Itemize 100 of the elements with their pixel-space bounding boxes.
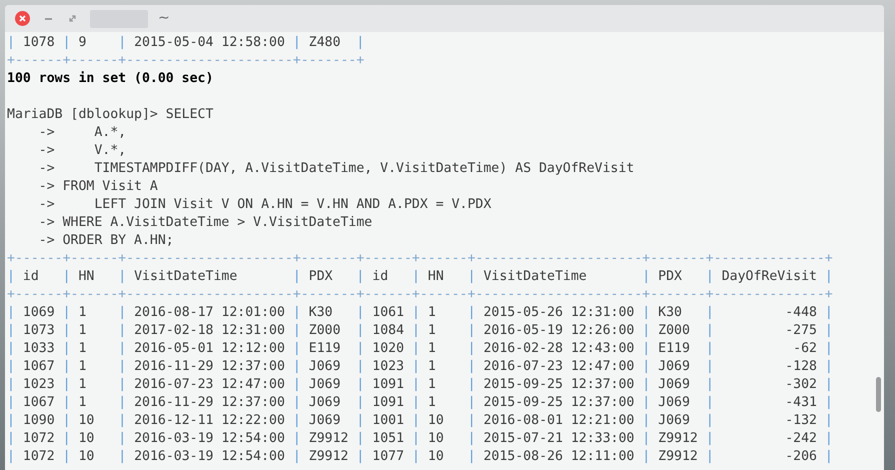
query-line: -> TIMESTAMPDIFF(DAY, A.VisitDateTime, V.VisitDateTime) AS DayOfReVisit bbox=[38, 161, 634, 176]
pipe-divider: | bbox=[118, 304, 126, 322]
table-cell-text: 2016-02-28 12:43:00 bbox=[482, 340, 636, 358]
table-cell-text: 2016-05-01 12:12:00 bbox=[133, 340, 286, 358]
pipe-divider: | bbox=[824, 304, 833, 322]
minimize-icon bbox=[44, 18, 52, 20]
pipe-divider: | bbox=[824, 268, 833, 286]
pipe-divider: | bbox=[356, 268, 364, 286]
pipe-divider: | bbox=[642, 376, 650, 394]
pipe-divider: | bbox=[356, 322, 364, 340]
pipe-divider: | bbox=[468, 376, 476, 394]
pipe-divider: | bbox=[7, 448, 15, 466]
pipe-divider: | bbox=[118, 376, 126, 394]
pipe-divider: | bbox=[412, 394, 420, 412]
pipe-divider: | bbox=[7, 394, 15, 412]
pipe-divider: | bbox=[118, 394, 126, 412]
table-cell-text: 2015-09-25 12:37:00 bbox=[482, 376, 636, 394]
pipe-divider: | bbox=[412, 268, 420, 286]
table-cell-text: 1 bbox=[77, 394, 88, 412]
table-cell-text: E119 bbox=[657, 340, 691, 358]
pipe-divider: | bbox=[62, 412, 71, 430]
table-cell-text: 2016-05-19 12:26:00 bbox=[482, 322, 636, 340]
table-cell-text: 1 bbox=[77, 340, 88, 358]
result-summary: 100 rows in set (0.00 sec) bbox=[7, 71, 214, 86]
pipe-divider: | bbox=[706, 358, 714, 376]
pipe-divider: | bbox=[356, 412, 364, 430]
table-cell-text: 10 bbox=[426, 430, 445, 448]
table-cell-text: Z9912 bbox=[657, 430, 699, 448]
table-cell-text: 1001 bbox=[371, 412, 406, 430]
pipe-divider: | bbox=[706, 304, 714, 322]
pipe-divider: | bbox=[412, 448, 420, 466]
pipe-divider: | bbox=[824, 412, 833, 430]
table-cell-text: 2016-08-17 12:01:00 bbox=[133, 304, 286, 322]
table-cell-text: 2016-03-19 12:54:00 bbox=[133, 448, 286, 466]
pipe-divider: | bbox=[412, 304, 420, 322]
table-cell-text: 1 bbox=[426, 376, 437, 394]
pipe-divider: | bbox=[468, 304, 476, 322]
table-cell-text: 1061 bbox=[371, 304, 406, 322]
table-cell-text: 2016-07-23 12:47:00 bbox=[133, 376, 286, 394]
table-border-line: +------+------+---------------------+-------+ bbox=[7, 53, 364, 68]
table-cell-text: Z9912 bbox=[308, 448, 350, 466]
pipe-divider: | bbox=[824, 376, 833, 394]
pipe-divider: | bbox=[62, 340, 71, 358]
pipe-divider: | bbox=[292, 448, 301, 466]
pipe-divider: | bbox=[642, 304, 650, 322]
table-cell-text: J069 bbox=[657, 412, 691, 430]
pipe-divider: | bbox=[642, 430, 650, 448]
pipe-divider: | bbox=[824, 394, 833, 412]
table-cell-text: 1 bbox=[426, 340, 437, 358]
table-cell-text: 1091 bbox=[371, 394, 406, 412]
table-cell-text: 2015-08-26 12:11:00 bbox=[482, 448, 636, 466]
table-cell-text: 1 bbox=[426, 358, 437, 376]
table-cell-text: 2015-05-26 12:31:00 bbox=[482, 304, 636, 322]
table-cell-text: 1091 bbox=[371, 376, 406, 394]
pipe-divider: | bbox=[292, 304, 301, 322]
table-cell-text: 2016-07-23 12:47:00 bbox=[482, 358, 636, 376]
table-cell-text: 2017-02-18 12:31:00 bbox=[133, 322, 286, 340]
pipe-divider: | bbox=[468, 340, 476, 358]
table-cell-text: 1084 bbox=[371, 322, 406, 340]
table-cell-text: J069 bbox=[308, 376, 342, 394]
table-cell-text: 1069 bbox=[22, 304, 56, 322]
table-cell-text: 2016-12-11 12:22:00 bbox=[133, 412, 286, 430]
pipe-divider: | bbox=[642, 412, 650, 430]
table-cell-text: -448 bbox=[784, 304, 818, 322]
table-cell-text: 1020 bbox=[371, 340, 406, 358]
pipe-divider: | bbox=[468, 448, 476, 466]
scrollbar-thumb[interactable] bbox=[876, 377, 881, 412]
table-cell-text: 10 bbox=[426, 412, 445, 430]
table-cell-text: PDX bbox=[657, 268, 683, 286]
restore-icon bbox=[68, 15, 76, 22]
pipe-divider: | bbox=[62, 268, 71, 286]
pipe-divider: | bbox=[642, 322, 650, 340]
table-cell-text: 1033 bbox=[22, 340, 56, 358]
pipe-divider: | bbox=[706, 412, 714, 430]
pipe-divider: | bbox=[292, 268, 301, 286]
pipe-divider: | bbox=[7, 322, 15, 340]
table-cell-text: HN bbox=[426, 268, 445, 286]
pipe-divider: | bbox=[824, 322, 833, 340]
pipe-divider: | bbox=[118, 268, 126, 286]
pipe-divider: | bbox=[642, 268, 650, 286]
table-cell-text: -62 bbox=[792, 340, 818, 358]
pipe-divider: | bbox=[62, 448, 71, 466]
pipe-divider: | bbox=[7, 34, 15, 52]
pipe-divider: | bbox=[412, 322, 420, 340]
window-title: ~ bbox=[158, 9, 170, 28]
table-cell-text: 1072 bbox=[22, 430, 56, 448]
pipe-divider: | bbox=[356, 448, 364, 466]
pipe-divider: | bbox=[118, 430, 126, 448]
table-cell-text: id bbox=[22, 268, 40, 286]
pipe-divider: | bbox=[706, 376, 714, 394]
table-cell-text: 1073 bbox=[22, 322, 56, 340]
table-cell-text: J069 bbox=[657, 394, 691, 412]
close-button[interactable] bbox=[15, 11, 30, 26]
pipe-divider: | bbox=[468, 394, 476, 412]
pipe-divider: | bbox=[7, 376, 15, 394]
pipe-divider: | bbox=[468, 268, 476, 286]
query-line: -> WHERE A.VisitDateTime > V.VisitDateTime bbox=[38, 215, 372, 230]
table-cell-text: 9 bbox=[77, 34, 88, 52]
pipe-divider: | bbox=[412, 376, 420, 394]
pipe-divider: | bbox=[642, 394, 650, 412]
